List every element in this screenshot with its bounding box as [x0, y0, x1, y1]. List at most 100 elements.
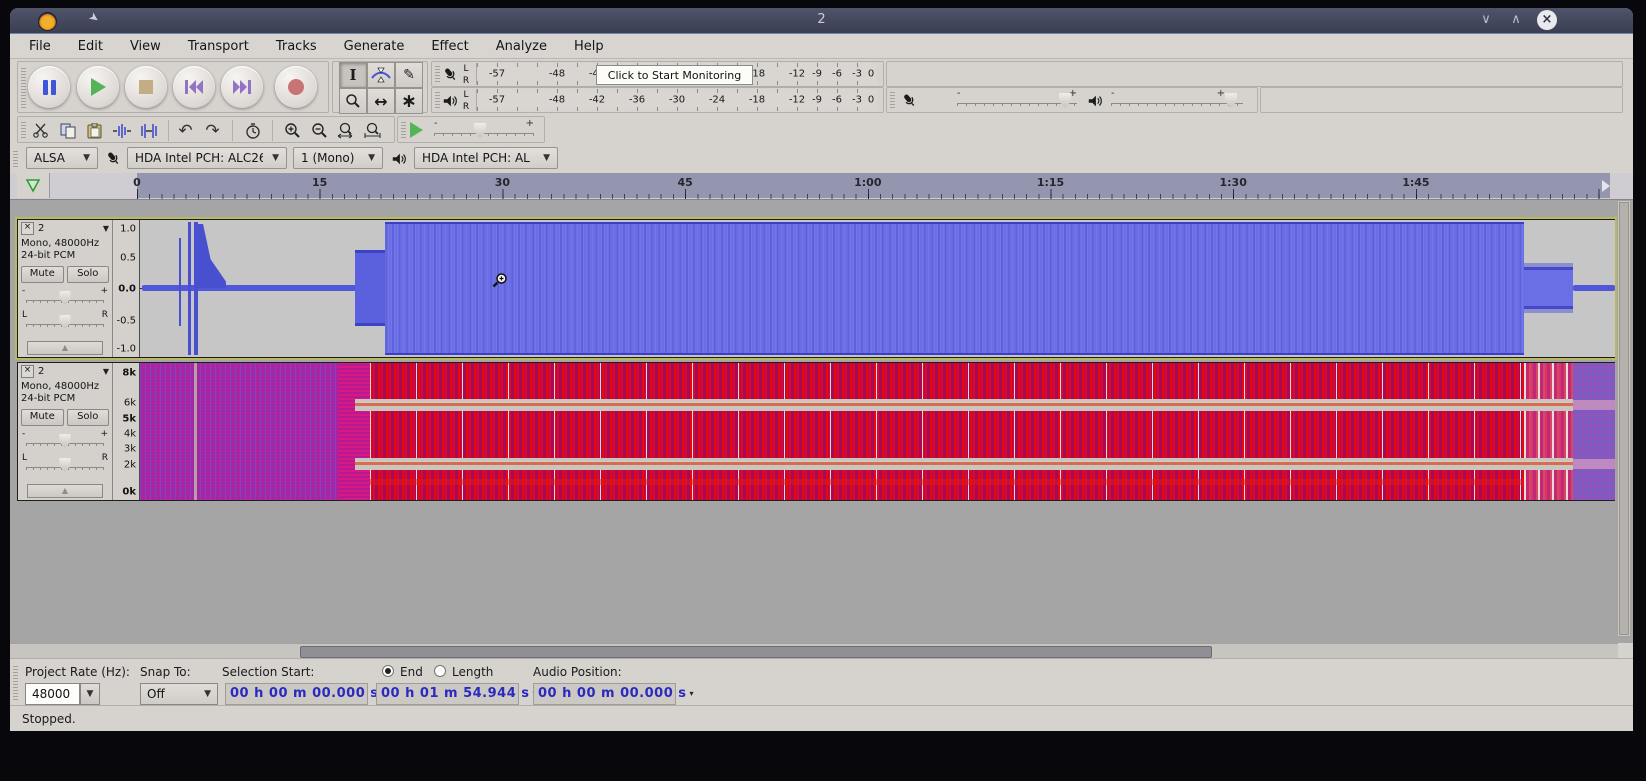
snap-to-select[interactable]: Off ▼ — [140, 683, 218, 705]
collapse-track-button[interactable]: ▲ — [27, 484, 103, 498]
copy-button[interactable] — [55, 119, 80, 142]
multi-tool-button[interactable]: ∗ — [395, 88, 423, 114]
pan-slider[interactable]: L R — [21, 453, 109, 474]
menu-effect[interactable]: Effect — [431, 39, 468, 54]
collapse-track-button[interactable]: ▲ — [27, 341, 103, 355]
menu-edit[interactable]: Edit — [78, 39, 103, 54]
selection-start-field[interactable]: 00 h 00 m 00.000 s ▾ — [225, 683, 386, 705]
speaker-icon[interactable] — [442, 94, 458, 108]
track-title[interactable]: 2 — [37, 223, 100, 234]
microphone-icon[interactable] — [442, 66, 459, 83]
vertical-scrollbar[interactable] — [1617, 200, 1631, 637]
horizontal-scrollbar-thumb[interactable] — [300, 646, 1212, 658]
skip-to-end-button[interactable] — [221, 66, 263, 108]
sync-lock-button[interactable] — [240, 119, 265, 142]
pause-button[interactable] — [28, 66, 70, 108]
toolbar-gripper[interactable] — [21, 121, 26, 138]
menu-transport[interactable]: Transport — [188, 39, 249, 54]
recording-device-select[interactable]: HDA Intel PCH: ALC26 ▼ — [127, 147, 287, 169]
track-menu-dropdown[interactable]: ▼ — [103, 367, 109, 376]
gain-slider[interactable]: - + — [21, 286, 109, 307]
end-radio-label[interactable]: End — [400, 665, 423, 679]
track-menu-dropdown[interactable]: ▼ — [103, 224, 109, 233]
record-meter-scale[interactable]: -57 -48 -42 -36 -30 -24 -18 -12 -9 -6 -3… — [476, 63, 877, 85]
draw-tool-button[interactable]: ✎ — [395, 62, 423, 88]
meter-tick: -24 — [708, 94, 726, 106]
selection-tool-button[interactable]: I — [339, 62, 367, 88]
track-title[interactable]: 2 — [37, 366, 100, 377]
redo-button[interactable]: ↷ — [200, 119, 225, 142]
maximize-button[interactable]: ∧ — [1507, 12, 1525, 27]
selection-end-field[interactable]: 00 h 01 m 54.944 s ▾ — [376, 683, 537, 705]
vertical-scale-waveform[interactable]: 1.0 0.5 0.0 -0.5 -1.0 — [113, 220, 140, 357]
track-close-button[interactable]: × — [21, 222, 34, 235]
play-button[interactable] — [77, 66, 119, 108]
pan-slider[interactable]: L R — [21, 310, 109, 331]
tracks-panel[interactable]: × 2 ▼ Mono, 48000Hz 24-bit PCM Mute Solo… — [10, 200, 1633, 643]
vertical-scale-spectrogram[interactable]: 8k 6k 5k 4k 3k 2k 0k — [113, 363, 140, 500]
project-rate-dropdown[interactable]: ▼ — [80, 683, 100, 705]
gain-slider[interactable]: - + — [21, 429, 109, 450]
recording-channels-select[interactable]: 1 (Mono) ▼ — [293, 147, 383, 169]
close-button[interactable]: × — [1537, 10, 1557, 30]
solo-button[interactable]: Solo — [66, 266, 109, 283]
trim-audio-button[interactable] — [109, 119, 134, 142]
mute-button[interactable]: Mute — [21, 409, 64, 426]
spectrogram-display[interactable] — [140, 363, 1615, 500]
project-rate-select[interactable]: 48000 — [25, 683, 80, 705]
toolbar-gripper[interactable] — [21, 66, 26, 108]
zoom-in-button[interactable] — [280, 119, 305, 142]
toolbar-gripper[interactable] — [890, 92, 895, 108]
toolbar-gripper[interactable] — [13, 665, 18, 700]
menu-help[interactable]: Help — [574, 39, 604, 54]
toolbar-gripper[interactable] — [13, 150, 18, 167]
waveform-display[interactable] — [140, 220, 1615, 357]
stop-button[interactable] — [125, 66, 167, 108]
menu-file[interactable]: File — [29, 39, 51, 54]
track-control-panel[interactable]: × 2 ▼ Mono, 48000Hz 24-bit PCM Mute Solo… — [18, 363, 113, 500]
solo-button[interactable]: Solo — [66, 409, 109, 426]
length-radio[interactable] — [434, 665, 446, 677]
toolbar-gripper[interactable] — [435, 66, 440, 82]
playback-speed-slider[interactable]: - + — [434, 118, 534, 139]
skip-to-start-button[interactable] — [173, 66, 215, 108]
track-spectrogram[interactable]: × 2 ▼ Mono, 48000Hz 24-bit PCM Mute Solo… — [17, 362, 1615, 501]
toolbar-gripper[interactable] — [435, 92, 440, 108]
play-at-speed-button[interactable] — [410, 122, 423, 138]
track-waveform[interactable]: × 2 ▼ Mono, 48000Hz 24-bit PCM Mute Solo… — [15, 217, 1617, 360]
undo-button[interactable]: ↶ — [173, 119, 198, 142]
timeshift-tool-button[interactable]: ↔ — [367, 88, 395, 114]
length-radio-label[interactable]: Length — [452, 665, 493, 679]
tools-toolbar: I ✎ ↔ ∗ — [332, 61, 428, 114]
fit-project-button[interactable] — [361, 119, 386, 142]
silence-audio-button[interactable] — [136, 119, 161, 142]
zoom-tool-button[interactable] — [339, 88, 367, 114]
toolbar-gripper[interactable] — [401, 121, 406, 138]
quick-play-pin[interactable] — [17, 173, 50, 198]
track-close-button[interactable]: × — [21, 365, 34, 378]
menu-analyze[interactable]: Analyze — [496, 39, 547, 54]
paste-button[interactable] — [82, 119, 107, 142]
audio-position-field[interactable]: 00 h 00 m 00.000 s ▾ — [533, 683, 694, 705]
cut-button[interactable] — [28, 119, 53, 142]
track-control-panel[interactable]: × 2 ▼ Mono, 48000Hz 24-bit PCM Mute Solo… — [18, 220, 113, 357]
menu-view[interactable]: View — [130, 39, 161, 54]
horizontal-scrollbar[interactable] — [10, 643, 1618, 659]
menu-tracks[interactable]: Tracks — [276, 39, 317, 54]
play-meter-scale[interactable]: -57 -48 -42 -36 -30 -24 -18 -12 -9 -6 -3… — [476, 89, 877, 111]
end-radio[interactable] — [382, 665, 394, 677]
envelope-tool-button[interactable] — [367, 62, 395, 88]
audio-host-select[interactable]: ALSA ▼ — [26, 147, 98, 169]
minimize-button[interactable]: ∨ — [1477, 12, 1495, 27]
record-button[interactable] — [275, 66, 317, 108]
menu-generate[interactable]: Generate — [344, 39, 405, 54]
input-volume-slider[interactable]: - + — [957, 88, 1077, 109]
fit-selection-button[interactable] — [334, 119, 359, 142]
mute-button[interactable]: Mute — [21, 266, 64, 283]
playback-device-select[interactable]: HDA Intel PCH: AL ▼ — [414, 147, 558, 169]
zoom-out-button[interactable] — [307, 119, 332, 142]
vertical-scrollbar-thumb[interactable] — [1619, 202, 1629, 635]
timeline-ruler[interactable]: 0 15 30 45 1:00 1:15 1:30 1:45 — [10, 173, 1633, 200]
output-volume-slider[interactable]: - + — [1111, 88, 1243, 109]
monitoring-tooltip[interactable]: Click to Start Monitoring — [596, 65, 753, 85]
